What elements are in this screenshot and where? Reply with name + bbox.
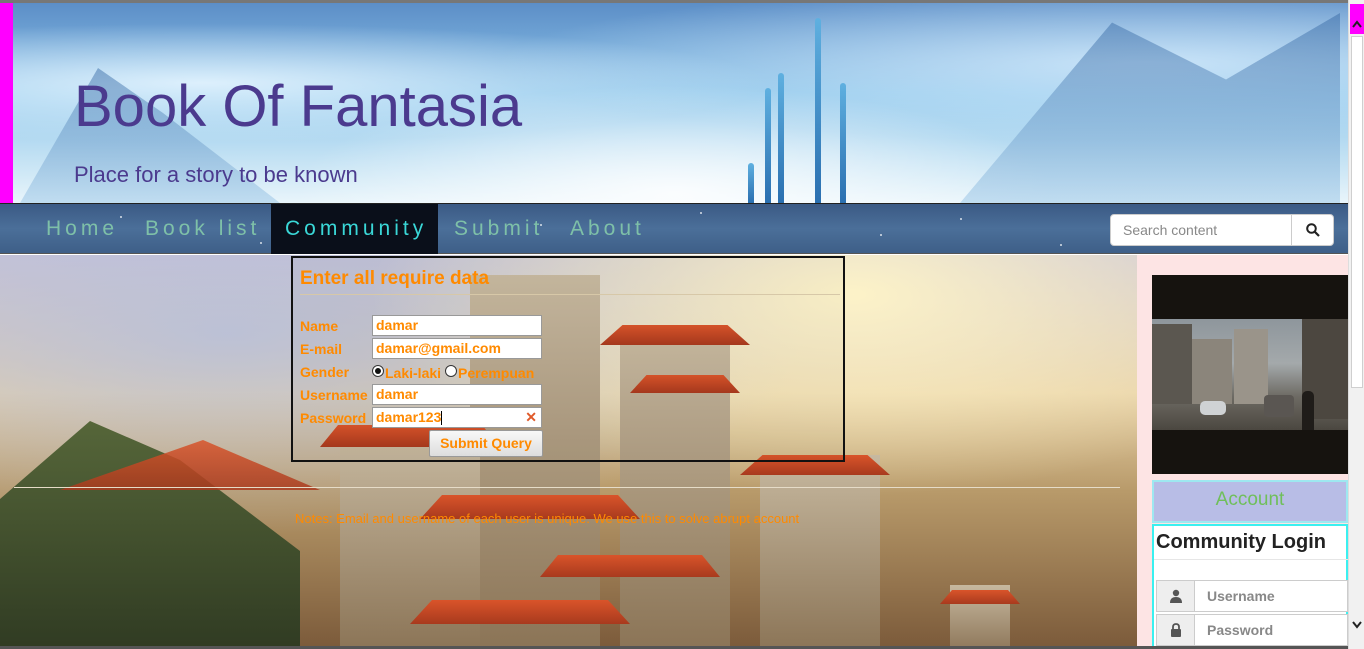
search-input[interactable]	[1111, 215, 1291, 245]
scroll-thumb[interactable]	[1351, 36, 1363, 388]
email-label: E-mail	[300, 341, 343, 357]
spire-decoration	[840, 83, 846, 203]
account-tab[interactable]: Account	[1152, 480, 1348, 523]
name-field[interactable]: damar	[372, 315, 542, 336]
clear-icon[interactable]: ✕	[525, 409, 537, 426]
lock-icon	[1157, 615, 1195, 645]
gender-label: Gender	[300, 364, 350, 380]
search-icon	[1305, 223, 1320, 237]
name-label: Name	[300, 318, 339, 334]
gender-option-perempuan: Perempuan	[458, 365, 535, 381]
nav-item-community[interactable]: Community	[271, 204, 438, 254]
scroll-down-icon[interactable]	[1350, 612, 1364, 642]
spire-decoration	[765, 88, 771, 203]
search-form	[1110, 214, 1334, 246]
content-divider	[14, 487, 1120, 488]
community-login: Community Login	[1152, 524, 1348, 649]
login-username-input[interactable]	[1195, 581, 1347, 611]
search-button[interactable]	[1291, 215, 1333, 245]
main-nav: Home Book list Community Submit About	[0, 203, 1348, 254]
video-frame	[1152, 319, 1348, 430]
site-title: Book Of Fantasia	[74, 74, 523, 139]
register-form: Enter all require data Name damar E-mail…	[291, 256, 845, 462]
login-password-input[interactable]	[1195, 615, 1347, 645]
login-divider	[1154, 559, 1348, 560]
gender-radio-laki-laki[interactable]	[372, 365, 384, 377]
site-tagline: Place for a story to be known	[74, 162, 358, 187]
nav-item-home[interactable]: Home	[32, 204, 132, 254]
email-field[interactable]: damar@gmail.com	[372, 338, 542, 359]
login-password-group	[1156, 614, 1348, 646]
login-title: Community Login	[1156, 531, 1326, 553]
password-field[interactable]: damar123 ✕	[372, 407, 542, 428]
spire-decoration	[815, 18, 821, 203]
login-username-group	[1156, 580, 1348, 612]
nav-item-submit[interactable]: Submit	[440, 204, 557, 254]
nav-item-book-list[interactable]: Book list	[131, 204, 274, 254]
spire-decoration	[748, 163, 754, 203]
form-notes: Notes: Email and username of each user i…	[295, 511, 800, 526]
user-icon	[1157, 581, 1195, 611]
password-label: Password	[300, 410, 367, 426]
sidebar: Account Community Login	[1137, 255, 1348, 649]
site-header: Book Of Fantasia Place for a story to be…	[0, 0, 1348, 203]
spire-decoration	[778, 73, 784, 203]
nav-item-about[interactable]: About	[556, 204, 659, 254]
username-field[interactable]: damar	[372, 384, 542, 405]
form-divider	[300, 294, 840, 295]
gender-option-laki-laki: Laki-laki	[385, 365, 442, 381]
header-accent-bar	[0, 3, 13, 203]
scroll-up-icon[interactable]	[1350, 4, 1364, 34]
username-label: Username	[300, 387, 368, 403]
gender-radio-perempuan[interactable]	[445, 365, 457, 377]
mountain-decoration	[960, 13, 1340, 203]
submit-button[interactable]: Submit Query	[429, 430, 543, 457]
video-player[interactable]	[1152, 275, 1348, 474]
page-scrollbar[interactable]	[1348, 0, 1364, 649]
form-title: Enter all require data	[300, 268, 490, 289]
password-value: damar123	[376, 409, 442, 425]
